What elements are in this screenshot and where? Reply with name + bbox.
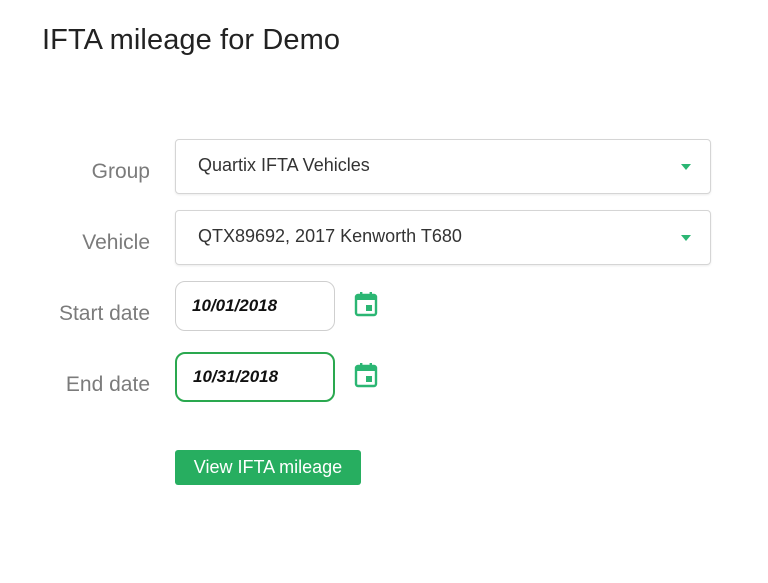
start-date-input[interactable] xyxy=(175,281,335,331)
calendar-icon[interactable] xyxy=(354,362,378,388)
group-select-value: Quartix IFTA Vehicles xyxy=(198,155,370,175)
start-date-label: Start date xyxy=(58,302,150,325)
ifta-mileage-page: IFTA mileage for Demo Group Quartix IFTA… xyxy=(0,0,768,583)
group-select[interactable]: Quartix IFTA Vehicles xyxy=(175,139,711,194)
end-date-input[interactable] xyxy=(175,352,335,402)
end-date-label: End date xyxy=(65,373,150,396)
vehicle-select[interactable]: QTX89692, 2017 Kenworth T680 xyxy=(175,210,711,265)
vehicle-select-value: QTX89692, 2017 Kenworth T680 xyxy=(198,226,462,246)
page-title: IFTA mileage for Demo xyxy=(42,24,341,56)
chevron-down-icon xyxy=(681,235,691,241)
group-label: Group xyxy=(91,160,150,183)
chevron-down-icon xyxy=(681,164,691,170)
vehicle-label: Vehicle xyxy=(82,231,150,254)
calendar-icon[interactable] xyxy=(354,291,378,317)
view-ifta-mileage-button[interactable]: View IFTA mileage xyxy=(175,450,361,485)
